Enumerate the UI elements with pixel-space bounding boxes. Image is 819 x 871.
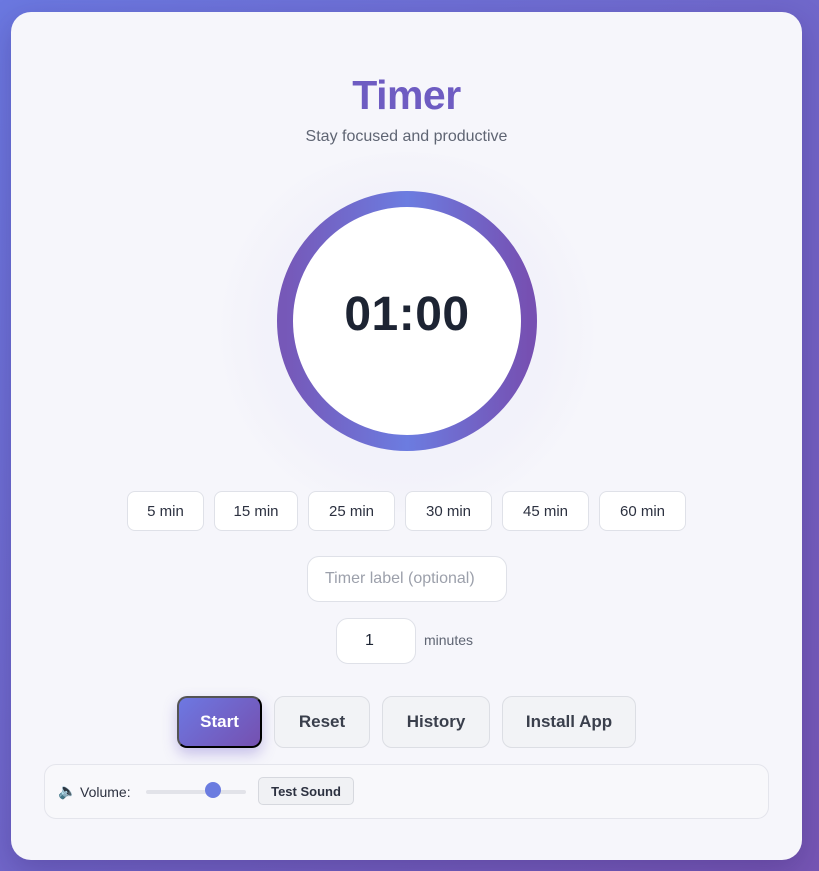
volume-slider-thumb[interactable] (205, 782, 221, 798)
progress-ring: 01:00 (277, 191, 537, 451)
test-sound-button[interactable]: Test Sound (258, 777, 354, 805)
reset-button[interactable]: Reset (274, 696, 370, 748)
preset-15-min-button[interactable]: 15 min (214, 491, 298, 531)
install-app-button[interactable]: Install App (502, 696, 636, 748)
volume-slider[interactable] (146, 790, 246, 794)
volume-label: Volume: (80, 784, 131, 800)
timer-card: Timer Stay focused and productive 01:00 … (11, 12, 802, 860)
timer-label-input[interactable]: Timer label (optional) (307, 556, 507, 602)
preset-buttons: 5 min 15 min 25 min 30 min 45 min 60 min (11, 491, 802, 531)
minutes-unit-label: minutes (424, 632, 474, 648)
preset-30-min-button[interactable]: 30 min (405, 491, 492, 531)
volume-panel: 🔈 Volume: Test Sound (44, 764, 769, 819)
page-title: Timer (352, 72, 461, 118)
history-button[interactable]: History (382, 696, 490, 748)
minutes-input[interactable]: 1 (336, 618, 416, 664)
preset-60-min-button[interactable]: 60 min (599, 491, 686, 531)
start-button[interactable]: Start (177, 696, 262, 748)
time-display: 01:00 (344, 288, 470, 341)
preset-5-min-button[interactable]: 5 min (127, 491, 204, 531)
speaker-icon: 🔈 (58, 783, 77, 800)
preset-45-min-button[interactable]: 45 min (502, 491, 589, 531)
page-subtitle: Stay focused and productive (305, 128, 508, 145)
preset-25-min-button[interactable]: 25 min (308, 491, 395, 531)
